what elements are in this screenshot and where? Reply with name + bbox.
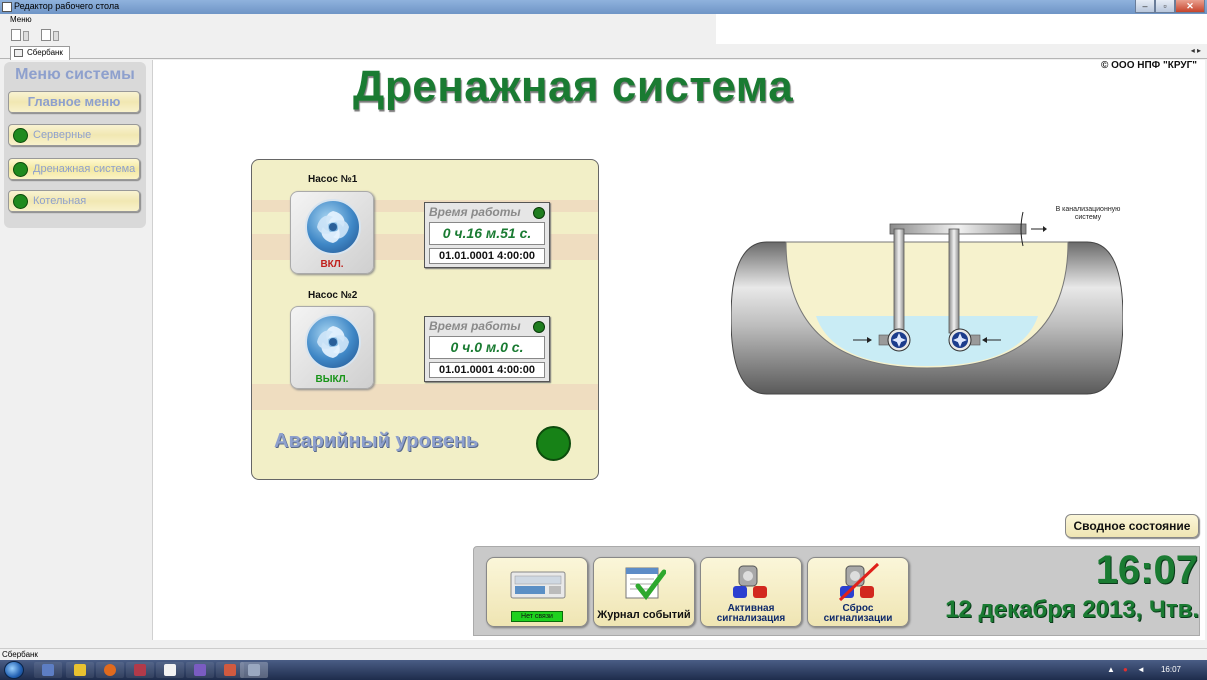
runtime-datetime: 01.01.0001 4:00:00 [429, 248, 545, 264]
reset-alarms-button[interactable]: Сброс сигнализации [807, 557, 909, 627]
taskbar-app-save[interactable] [34, 662, 62, 678]
runtime-title: Время работы [429, 205, 521, 219]
tray-clock[interactable]: 16:07 [1161, 665, 1181, 674]
pump-state-label: ВЫКЛ. [315, 374, 349, 385]
reset-alarms-label: Сброс сигнализации [823, 603, 893, 624]
window-titlebar: Редактор рабочего стола ‒ ▫ ✕ [0, 0, 1207, 14]
status-bar: Сбербанк [0, 648, 1207, 660]
status-indicator-icon [13, 128, 28, 143]
runtime-led-icon [533, 321, 545, 333]
runtime-led-icon [533, 207, 545, 219]
menu-item[interactable]: Меню [10, 15, 32, 24]
pump-1-label: Насос №1 [308, 174, 358, 185]
sidebar-item-boiler-room[interactable]: Котельная [8, 190, 140, 212]
pump-icon [305, 199, 361, 255]
pump-state-label: ВКЛ. [320, 259, 344, 270]
sidebar-item-label: Дренажная система [33, 163, 136, 175]
start-button-icon[interactable] [4, 661, 24, 679]
alarm-siren-icon [733, 565, 767, 598]
runtime-value: 0 ч.16 м.51 с. [429, 222, 545, 245]
pump-2-button[interactable]: ВЫКЛ. [290, 306, 374, 389]
status-indicator-icon [13, 162, 28, 177]
page-icon [14, 49, 23, 57]
new-page-icon[interactable] [41, 29, 51, 41]
window-title: Редактор рабочего стола [14, 1, 120, 11]
taskbar-app-studio[interactable] [186, 662, 214, 678]
no-connection-badge: Нет связи [511, 611, 563, 622]
tab-scroll-arrows-icon[interactable]: ◂ ▸ [1191, 46, 1201, 55]
pump-1-runtime-box: Время работы 0 ч.16 м.51 с. 01.01.0001 4… [424, 202, 550, 268]
event-log-button[interactable]: Журнал событий [593, 557, 695, 627]
new-page-icon[interactable] [11, 29, 21, 41]
pump-1-button[interactable]: ВКЛ. [290, 191, 374, 274]
runtime-title: Время работы [429, 319, 521, 333]
pump-control-panel: Насос №1 ВКЛ. Время работы 0 ч.16 м.51 с… [251, 159, 599, 480]
copyright-text: © ООО НПФ "КРУГ" [1101, 60, 1197, 71]
tab-label: Сбербанк [27, 48, 63, 57]
event-log-label: Журнал событий [597, 609, 691, 621]
taskbar-app-yellow[interactable] [66, 662, 94, 678]
tab-sberbank[interactable]: Сбербанк [10, 46, 70, 60]
volume-icon[interactable]: ◄ [1137, 665, 1145, 674]
runtime-value: 0 ч.0 м.0 с. [429, 336, 545, 359]
sidebar-item-server-rooms[interactable]: Серверные [8, 124, 140, 146]
system-menu-sidebar: Меню системы Главное меню Серверные Дрен… [4, 62, 146, 228]
pump-2-label: Насос №2 [308, 290, 358, 301]
controller-device-icon [510, 571, 566, 599]
taskbar-app-active[interactable] [240, 662, 268, 678]
event-log-icon [625, 567, 666, 601]
alarm-reset-icon [838, 562, 880, 602]
maximize-button[interactable]: ▫ [1155, 0, 1175, 13]
dropdown-arrow-icon[interactable] [23, 31, 29, 41]
taskbar-app-browser[interactable] [96, 662, 124, 678]
runtime-datetime: 01.01.0001 4:00:00 [429, 362, 545, 378]
active-alarms-label: Активная сигнализация [716, 603, 786, 624]
tab-strip: Сбербанк ◂ ▸ [0, 44, 1207, 60]
sidebar-title: Меню системы [15, 66, 135, 83]
outlet-note: В канализационную систему [1055, 206, 1121, 221]
page-title: Дренажная система [353, 62, 794, 111]
taskbar-app-document[interactable] [156, 662, 184, 678]
taskbar-app-access[interactable] [126, 662, 154, 678]
drainage-tank-diagram [730, 198, 1124, 401]
summary-state-button[interactable]: Сводное состояние [1065, 514, 1199, 538]
windows-taskbar: ▲ ● ◄ 16:07 [0, 660, 1207, 680]
sidebar-item-label: Котельная [33, 195, 87, 207]
close-button[interactable]: ✕ [1175, 0, 1205, 13]
status-indicator-icon [13, 194, 28, 209]
alarm-level-indicator-icon [536, 426, 571, 461]
sidebar-item-drainage-system[interactable]: Дренажная система [8, 158, 140, 180]
main-area: Меню системы Главное меню Серверные Дрен… [0, 60, 1207, 648]
tray-arrow-icon[interactable]: ▲ [1107, 665, 1115, 674]
dropdown-arrow-icon[interactable] [53, 31, 59, 41]
toolbar-blank-area [716, 14, 1207, 44]
controller-status-button[interactable]: Нет связи [486, 557, 588, 627]
sidebar-item-main-menu[interactable]: Главное меню [8, 91, 140, 113]
tray-app-icon[interactable]: ● [1123, 665, 1128, 674]
clock-date: 12 декабря 2013, Чтв. [945, 596, 1199, 623]
sidebar-item-label: Серверные [33, 129, 92, 141]
sidebar-item-label: Главное меню [27, 94, 121, 109]
content-canvas: Дренажная система © ООО НПФ "КРУГ" Насос… [152, 60, 1205, 640]
minimize-button[interactable]: ‒ [1135, 0, 1155, 13]
clock-time: 16:07 [1095, 548, 1198, 592]
app-icon [2, 2, 12, 12]
pump-2-runtime-box: Время работы 0 ч.0 м.0 с. 01.01.0001 4:0… [424, 316, 550, 382]
toolbar [0, 26, 716, 44]
active-alarms-button[interactable]: Активная сигнализация [700, 557, 802, 627]
system-tray: ▲ ● ◄ 16:07 [1105, 662, 1205, 678]
alarm-level-label: Аварийный уровень [274, 430, 479, 452]
menubar: Меню [0, 14, 716, 26]
pump-icon [305, 314, 361, 370]
